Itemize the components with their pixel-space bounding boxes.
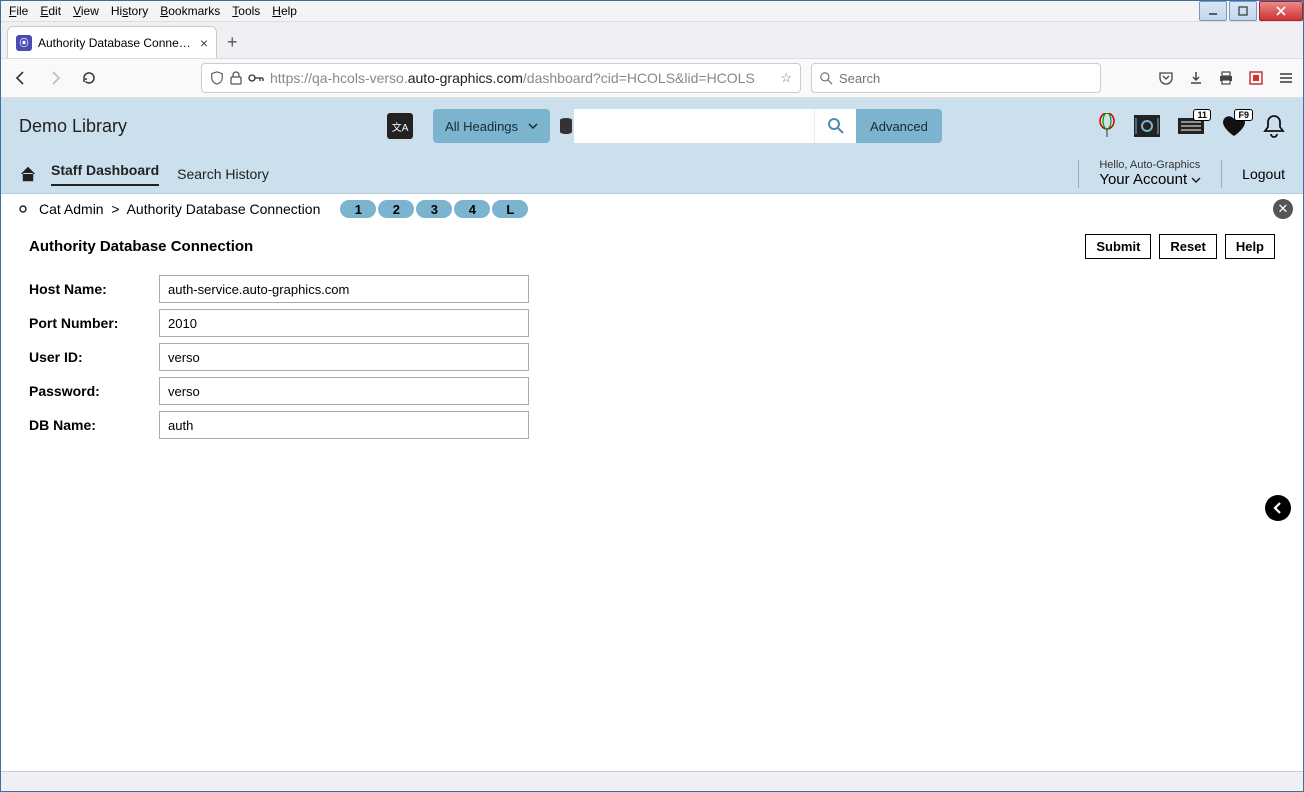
submit-button[interactable]: Submit bbox=[1085, 234, 1151, 259]
advanced-search-button[interactable]: Advanced bbox=[856, 109, 942, 143]
library-name: Demo Library bbox=[19, 116, 127, 137]
shield-icon[interactable] bbox=[210, 71, 224, 85]
help-button[interactable]: Help bbox=[1225, 234, 1275, 259]
language-icon[interactable]: 文A bbox=[387, 113, 413, 139]
new-tab-button[interactable]: + bbox=[227, 32, 238, 53]
download-icon[interactable] bbox=[1187, 69, 1205, 87]
favorites-icon[interactable]: F9 bbox=[1221, 115, 1247, 137]
input-port[interactable] bbox=[159, 309, 529, 337]
breadcrumb-row: Cat Admin > Authority Database Connectio… bbox=[1, 194, 1303, 224]
tab-title: Authority Database Connection bbox=[38, 36, 194, 50]
back-button[interactable] bbox=[9, 66, 33, 90]
pocket-icon[interactable] bbox=[1157, 69, 1175, 87]
reload-button[interactable] bbox=[77, 66, 101, 90]
section-header: Authority Database Connection Submit Res… bbox=[1, 224, 1303, 265]
greeting-text: Hello, Auto-Graphics bbox=[1099, 159, 1201, 171]
scan-icon[interactable] bbox=[1133, 114, 1161, 138]
reset-button[interactable]: Reset bbox=[1159, 234, 1216, 259]
chain-icon bbox=[15, 203, 31, 215]
minimize-button[interactable] bbox=[1199, 1, 1227, 21]
forward-button[interactable] bbox=[43, 66, 67, 90]
tab-close-icon[interactable]: × bbox=[200, 35, 208, 51]
menu-history[interactable]: History bbox=[111, 4, 148, 18]
connection-form: Host Name: Port Number: User ID: Passwor… bbox=[1, 265, 1303, 455]
menu-view[interactable]: View bbox=[73, 4, 99, 18]
extension-icon[interactable] bbox=[1247, 69, 1265, 87]
input-host[interactable] bbox=[159, 275, 529, 303]
pill-last[interactable]: L bbox=[492, 200, 528, 218]
database-icon[interactable] bbox=[558, 117, 574, 135]
menu-tools[interactable]: Tools bbox=[232, 4, 260, 18]
close-window-button[interactable] bbox=[1259, 1, 1303, 21]
your-account-dropdown[interactable]: Your Account bbox=[1099, 171, 1201, 188]
heading-select[interactable]: All Headings bbox=[433, 109, 550, 143]
bell-icon[interactable] bbox=[1263, 114, 1285, 138]
breadcrumb-parent[interactable]: Cat Admin bbox=[39, 201, 104, 217]
favorites-badge: F9 bbox=[1234, 109, 1253, 121]
input-password[interactable] bbox=[159, 377, 529, 405]
section-title: Authority Database Connection bbox=[29, 238, 253, 255]
menu-help[interactable]: Help bbox=[272, 4, 297, 18]
os-menubar: File Edit View History Bookmarks Tools H… bbox=[1, 1, 1303, 22]
menu-edit[interactable]: Edit bbox=[40, 4, 61, 18]
maximize-button[interactable] bbox=[1229, 1, 1257, 21]
key-icon[interactable] bbox=[248, 73, 264, 83]
pill-1[interactable]: 1 bbox=[340, 200, 376, 218]
url-text: https://qa-hcols-verso.auto-graphics.com… bbox=[270, 70, 755, 86]
label-db: DB Name: bbox=[29, 417, 159, 433]
balloon-icon[interactable] bbox=[1097, 113, 1117, 139]
label-password: Password: bbox=[29, 383, 159, 399]
divider bbox=[1078, 160, 1079, 188]
logout-link[interactable]: Logout bbox=[1242, 166, 1285, 182]
catalog-search-input[interactable] bbox=[574, 109, 814, 143]
bookmark-star-icon[interactable]: ☆ bbox=[780, 70, 792, 86]
divider bbox=[1221, 160, 1222, 188]
heading-select-label: All Headings bbox=[445, 119, 518, 134]
label-host: Host Name: bbox=[29, 281, 159, 297]
browser-search-box[interactable] bbox=[811, 63, 1101, 93]
search-cluster: 文A All Headings Advanced bbox=[387, 109, 942, 143]
chevron-down-icon bbox=[528, 123, 538, 129]
window-controls bbox=[1197, 1, 1303, 21]
print-icon[interactable] bbox=[1217, 69, 1235, 87]
nav-search-history[interactable]: Search History bbox=[177, 166, 269, 182]
tab-favicon: ⦿ bbox=[16, 35, 32, 51]
pill-4[interactable]: 4 bbox=[454, 200, 490, 218]
collapse-chevron-icon[interactable] bbox=[1265, 495, 1291, 521]
list-icon[interactable]: 11 bbox=[1177, 115, 1205, 137]
account-block: Hello, Auto-Graphics Your Account Logout bbox=[1078, 159, 1285, 188]
app-header: Demo Library 文A All Headings Advanced 11… bbox=[1, 98, 1303, 154]
hamburger-menu-icon[interactable] bbox=[1277, 69, 1295, 87]
browser-right-icons bbox=[1157, 69, 1295, 87]
breadcrumb: Cat Admin > Authority Database Connectio… bbox=[39, 201, 320, 217]
status-bar bbox=[1, 771, 1303, 791]
pill-2[interactable]: 2 bbox=[378, 200, 414, 218]
action-buttons: Submit Reset Help bbox=[1085, 234, 1275, 259]
browser-toolbar: https://qa-hcols-verso.auto-graphics.com… bbox=[1, 58, 1303, 98]
list-badge: 11 bbox=[1193, 109, 1211, 121]
home-icon[interactable] bbox=[19, 166, 37, 182]
pill-3[interactable]: 3 bbox=[416, 200, 452, 218]
lock-icon[interactable] bbox=[230, 71, 242, 85]
input-db[interactable] bbox=[159, 411, 529, 439]
nav-row: Staff Dashboard Search History Hello, Au… bbox=[1, 154, 1303, 194]
label-port: Port Number: bbox=[29, 315, 159, 331]
menu-file[interactable]: File bbox=[9, 4, 28, 18]
browser-tab[interactable]: ⦿ Authority Database Connection × bbox=[7, 26, 217, 58]
menu-bookmarks[interactable]: Bookmarks bbox=[160, 4, 220, 18]
close-panel-icon[interactable]: ✕ bbox=[1273, 199, 1293, 219]
label-user: User ID: bbox=[29, 349, 159, 365]
catalog-search-button[interactable] bbox=[814, 109, 856, 143]
browser-tabbar: ⦿ Authority Database Connection × + bbox=[1, 22, 1303, 58]
pagination-pills: 1 2 3 4 L bbox=[340, 200, 528, 218]
header-right-icons: 11 F9 bbox=[1097, 113, 1285, 139]
browser-search-input[interactable] bbox=[839, 71, 1092, 86]
input-user[interactable] bbox=[159, 343, 529, 371]
search-icon bbox=[820, 72, 833, 85]
url-box[interactable]: https://qa-hcols-verso.auto-graphics.com… bbox=[201, 63, 801, 93]
nav-staff-dashboard[interactable]: Staff Dashboard bbox=[51, 162, 159, 186]
breadcrumb-current: Authority Database Connection bbox=[127, 201, 321, 217]
